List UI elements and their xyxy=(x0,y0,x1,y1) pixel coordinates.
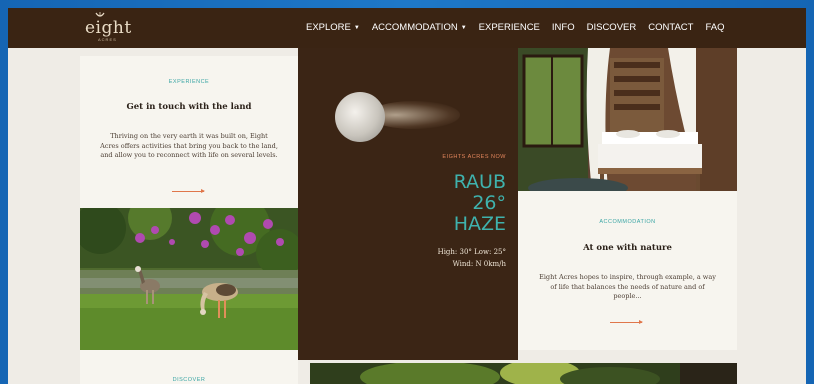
experience-eyebrow: EXPERIENCE xyxy=(168,79,210,85)
experience-more-arrow[interactable] xyxy=(172,189,205,193)
weather-eyebrow: EIGHTS ACRES NOW xyxy=(442,154,506,160)
accommodation-heading: At one with nature xyxy=(583,243,672,253)
weather-condition: HAZE xyxy=(453,213,506,235)
browser-viewport: eight ACRES EXPLORE ▼ ACCOMMODATION ▼ EXPE… xyxy=(8,8,806,384)
experience-card: EXPERIENCE Get in touch with the land Th… xyxy=(80,56,298,208)
bedroom-photo xyxy=(518,48,737,191)
moon-icon xyxy=(335,92,385,142)
experience-heading: Get in touch with the land xyxy=(126,102,252,112)
weather-wind: Wind: N 0km/h xyxy=(452,260,506,268)
menu-item-faq[interactable]: FAQ xyxy=(705,22,724,36)
top-navigation: eight ACRES EXPLORE ▼ ACCOMMODATION ▼ EXPE… xyxy=(8,8,806,48)
bottom-nature-photo xyxy=(310,363,737,384)
menu-item-info[interactable]: INFO xyxy=(552,22,575,36)
caret-down-icon: ▼ xyxy=(460,25,467,31)
menu-item-contact[interactable]: CONTACT xyxy=(648,22,693,36)
accommodation-body: Eight Acres hopes to inspire, through ex… xyxy=(539,273,716,300)
site-logo[interactable]: eight xyxy=(85,18,132,38)
menu-item-accommodation[interactable]: ACCOMMODATION ▼ xyxy=(372,22,467,36)
nature-image xyxy=(310,363,737,384)
caret-down-icon: ▼ xyxy=(353,25,360,31)
accommodation-eyebrow: ACCOMMODATION xyxy=(599,219,656,225)
main-menu: EXPLORE ▼ ACCOMMODATION ▼ EXPERIENCE INFO … xyxy=(306,22,724,36)
accommodation-more-arrow[interactable] xyxy=(610,320,643,324)
weather-location: RAUB xyxy=(453,171,506,193)
site-logo-subtitle: ACRES xyxy=(98,37,117,42)
garden-geese-photo xyxy=(80,208,298,350)
accommodation-card: ACCOMMODATION At one with nature Eight A… xyxy=(518,191,737,350)
weather-panel: EIGHTS ACRES NOW RAUB 26° HAZE High: 30°… xyxy=(298,48,518,360)
garden-geese-image xyxy=(80,208,298,350)
bedroom-image xyxy=(518,48,737,191)
discover-card: DISCOVER xyxy=(80,350,298,384)
weather-high-low: High: 30° Low: 25° xyxy=(437,248,506,256)
discover-eyebrow: DISCOVER xyxy=(172,377,206,383)
menu-item-discover[interactable]: DISCOVER xyxy=(587,22,637,36)
monitor-frame: eight ACRES EXPLORE ▼ ACCOMMODATION ▼ EXPE… xyxy=(0,0,814,384)
menu-item-experience[interactable]: EXPERIENCE xyxy=(479,22,540,36)
menu-item-explore[interactable]: EXPLORE ▼ xyxy=(306,22,360,36)
weather-temperature: 26° xyxy=(472,192,506,214)
experience-body: Thriving on the very earth it was built … xyxy=(100,132,278,159)
